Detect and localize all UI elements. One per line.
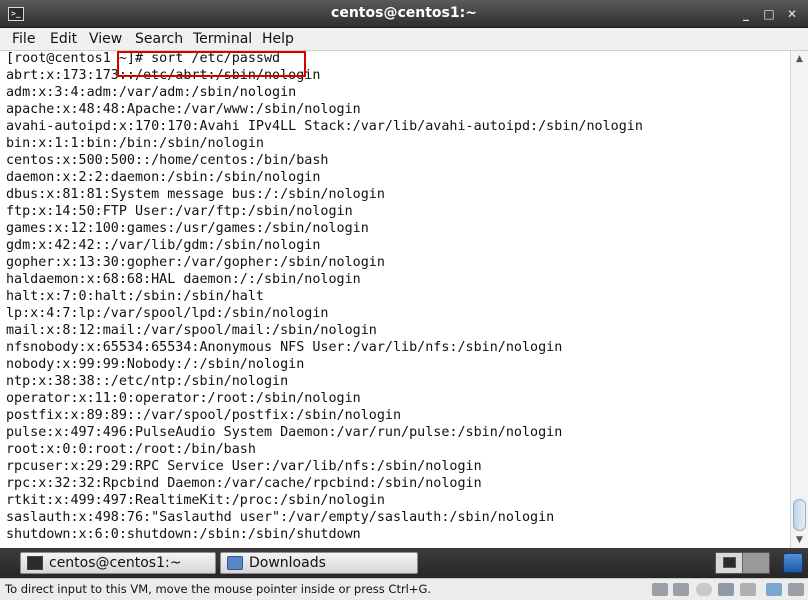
terminal-output-line: abrt:x:173:173::/etc/abrt:/sbin/nologin [6, 68, 321, 83]
menu-file[interactable]: File [12, 31, 35, 47]
terminal-output-line: pulse:x:497:496:PulseAudio System Daemon… [6, 425, 563, 440]
terminal-output-line: bin:x:1:1:bin:/bin:/sbin/nologin [6, 136, 264, 151]
prompt-line: [root@centos1 ~]# sort /etc/passwd [6, 51, 281, 66]
cd-rom-icon[interactable] [696, 583, 712, 596]
terminal-icon [27, 556, 43, 570]
terminal-output-line: rpcuser:x:29:29:RPC Service User:/var/li… [6, 459, 482, 474]
network-adapter-icon[interactable] [718, 583, 734, 596]
maximize-button[interactable]: □ [760, 5, 778, 23]
terminal-output-line: mail:x:8:12:mail:/var/spool/mail:/sbin/n… [6, 323, 377, 338]
menu-help[interactable]: Help [262, 31, 294, 47]
terminal-output-line: ntp:x:38:38::/etc/ntp:/sbin/nologin [6, 374, 289, 389]
terminal-window: >_ centos@centos1:~ _ □ ✕ File Edit View… [0, 0, 808, 600]
terminal-output-line: gopher:x:13:30:gopher:/var/gopher:/sbin/… [6, 255, 385, 270]
menu-bar: File Edit View Search Terminal Help [0, 28, 808, 51]
trash-icon[interactable] [783, 553, 803, 573]
terminal-output-line: nfsnobody:x:65534:65534:Anonymous NFS Us… [6, 340, 563, 355]
terminal-output-line: apache:x:48:48:Apache:/var/www:/sbin/nol… [6, 102, 361, 117]
terminal-output-line: games:x:12:100:games:/usr/games:/sbin/no… [6, 221, 369, 236]
terminal-output-line: nobody:x:99:99:Nobody:/:/sbin/nologin [6, 357, 305, 372]
menu-view[interactable]: View [89, 31, 122, 47]
scroll-up-arrow-icon[interactable]: ▲ [791, 51, 808, 67]
terminal-output-line: halt:x:7:0:halt:/sbin:/sbin/halt [6, 289, 264, 304]
terminal-output-line: avahi-autoipd:x:170:170:Avahi IPv4LL Sta… [6, 119, 643, 134]
terminal-output[interactable]: [root@centos1 ~]# sort /etc/passwd abrt:… [0, 51, 790, 548]
terminal-output-line: haldaemon:x:68:68:HAL daemon:/:/sbin/nol… [6, 272, 361, 287]
vm-status-bar: To direct input to this VM, move the mou… [0, 578, 808, 600]
display-icon[interactable] [788, 583, 804, 596]
hard-disk-icon[interactable] [673, 583, 689, 596]
folder-icon [227, 556, 243, 570]
taskbar-terminal-button[interactable]: centos@centos1:~ [20, 552, 216, 574]
terminal-output-line: operator:x:11:0:operator:/root:/sbin/nol… [6, 391, 361, 406]
terminal-output-line: ftp:x:14:50:FTP User:/var/ftp:/sbin/nolo… [6, 204, 353, 219]
status-message: To direct input to this VM, move the mou… [5, 582, 432, 596]
terminal-output-line: postfix:x:89:89::/var/spool/postfix:/sbi… [6, 408, 402, 423]
terminal-output-line: root:x:0:0:root:/root:/bin/bash [6, 442, 256, 457]
terminal-output-line: lp:x:4:7:lp:/var/spool/lpd:/sbin/nologin [6, 306, 329, 321]
window-title: centos@centos1:~ [331, 5, 477, 21]
terminal-output-line: centos:x:500:500::/home/centos:/bin/bash [6, 153, 329, 168]
menu-search[interactable]: Search [135, 31, 183, 47]
taskbar-downloads-button[interactable]: Downloads [220, 552, 418, 574]
terminal-output-line: adm:x:3:4:adm:/var/adm:/sbin/nologin [6, 85, 297, 100]
terminal-output-line: gdm:x:42:42::/var/lib/gdm:/sbin/nologin [6, 238, 321, 253]
terminal-output-line: rpc:x:32:32:Rpcbind Daemon:/var/cache/rp… [6, 476, 482, 491]
menu-edit[interactable]: Edit [50, 31, 77, 47]
usb-icon[interactable] [766, 583, 782, 596]
command-highlight-box [117, 51, 306, 77]
terminal-output-line: daemon:x:2:2:daemon:/sbin:/sbin/nologin [6, 170, 321, 185]
taskbar: centos@centos1:~ Downloads [0, 548, 808, 578]
terminal-output-line: rtkit:x:499:497:RealtimeKit:/proc:/sbin/… [6, 493, 385, 508]
terminal-output-line: saslauth:x:498:76:"Saslauthd user":/var/… [6, 510, 555, 525]
title-bar[interactable]: >_ centos@centos1:~ _ □ ✕ [0, 0, 808, 28]
sound-card-icon[interactable] [740, 583, 756, 596]
terminal-output-line: shutdown:x:6:0:shutdown:/sbin:/sbin/shut… [6, 527, 361, 542]
menu-terminal[interactable]: Terminal [193, 31, 252, 47]
workspace-1[interactable] [716, 553, 743, 573]
scroll-thumb[interactable] [793, 499, 806, 531]
minimize-button[interactable]: _ [737, 5, 755, 23]
scroll-down-arrow-icon[interactable]: ▼ [791, 532, 808, 548]
taskbar-downloads-label: Downloads [249, 555, 326, 571]
workspace-switcher[interactable] [715, 552, 770, 574]
terminal-icon [723, 557, 736, 568]
taskbar-terminal-label: centos@centos1:~ [49, 555, 182, 571]
hard-disk-icon[interactable] [652, 583, 668, 596]
terminal-output-line: dbus:x:81:81:System message bus:/:/sbin/… [6, 187, 385, 202]
close-button[interactable]: ✕ [783, 5, 801, 23]
vertical-scrollbar[interactable]: ▲ ▼ [790, 51, 808, 548]
terminal-lines: [root@centos1 ~]# sort /etc/passwd abrt:… [6, 51, 643, 544]
